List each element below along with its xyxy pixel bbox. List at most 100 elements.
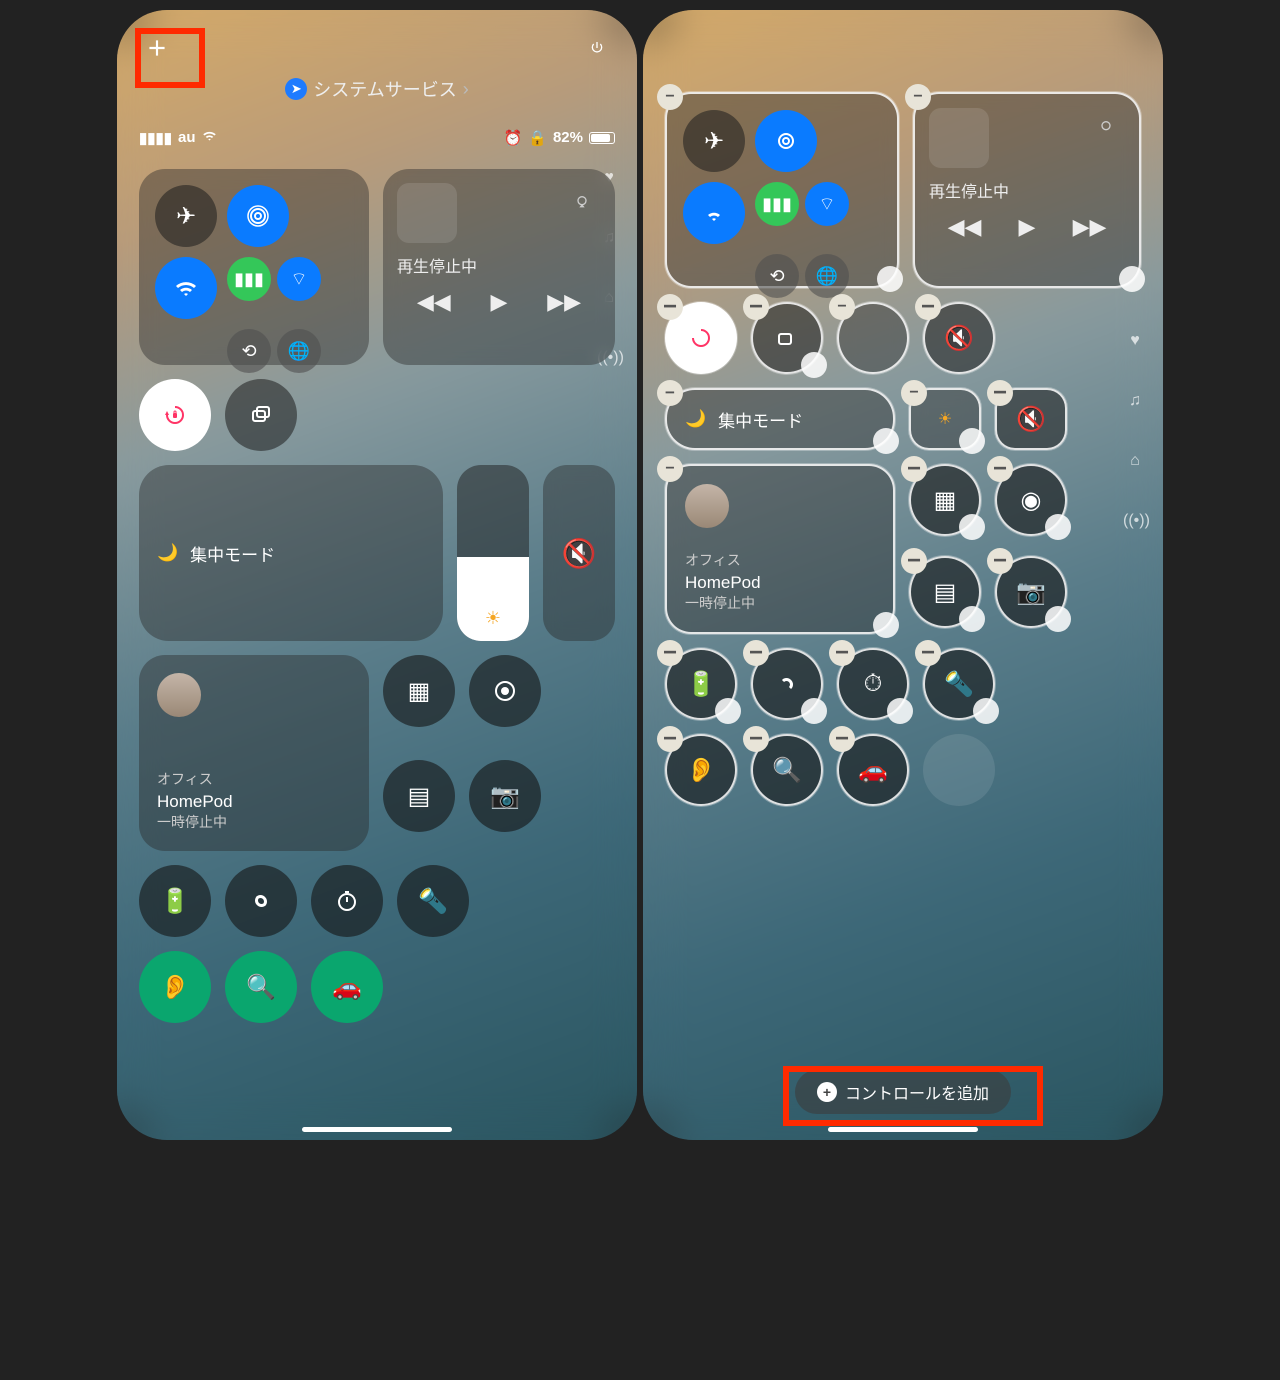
remove-badge[interactable]: − (987, 456, 1013, 482)
qr-code-button[interactable]: −▦ (909, 464, 981, 536)
airdrop-toggle[interactable] (755, 110, 817, 172)
magnifier-button[interactable]: −🔍 (751, 734, 823, 806)
remove-badge[interactable]: − (987, 548, 1013, 574)
vpn-toggle[interactable]: 🌐 (805, 254, 849, 298)
remove-badge[interactable]: − (657, 380, 683, 406)
resize-handle[interactable] (1045, 606, 1071, 632)
focus-mode-button[interactable]: − 🌙 集中モード (665, 388, 895, 450)
screen-mirroring-button[interactable] (225, 379, 297, 451)
forward-button[interactable]: ▶▶ (1073, 214, 1107, 240)
resize-handle[interactable] (959, 428, 985, 454)
location-service-row[interactable]: ➤ システムサービス › (139, 76, 615, 102)
airplay-button[interactable] (1087, 108, 1125, 146)
sound-control[interactable]: − 🔇 (995, 388, 1067, 450)
connectivity-page-icon[interactable]: ((•)) (1123, 512, 1147, 536)
bluetooth-toggle[interactable]: ⌔ (805, 182, 849, 226)
calculator-button[interactable]: ▤ (383, 760, 455, 832)
remove-badge[interactable]: − (743, 726, 769, 752)
play-button[interactable]: ▶ (491, 289, 508, 315)
rewind-button[interactable]: ◀◀ (948, 214, 982, 240)
empty-slot[interactable] (923, 734, 995, 806)
remove-badge[interactable]: − (657, 456, 683, 482)
screen-record-button[interactable]: −◉ (995, 464, 1067, 536)
screen-mirroring-button[interactable]: − (751, 302, 823, 374)
cellular-toggle[interactable]: ▮▮▮ (227, 257, 271, 301)
rewind-button[interactable]: ◀◀ (417, 289, 451, 315)
remove-badge[interactable]: − (657, 726, 683, 752)
homepod-panel[interactable]: オフィス HomePod 一時停止中 (139, 655, 369, 851)
remove-badge[interactable]: − (829, 726, 855, 752)
favorite-page-icon[interactable]: ♥ (1123, 332, 1147, 356)
qr-code-button[interactable]: ▦ (383, 655, 455, 727)
shazam-button[interactable]: − (751, 648, 823, 720)
resize-handle[interactable] (877, 266, 903, 292)
low-power-button[interactable]: −🔋 (665, 648, 737, 720)
resize-handle[interactable] (973, 698, 999, 724)
remove-badge[interactable]: − (657, 84, 683, 110)
cellular-toggle[interactable]: ▮▮▮ (755, 182, 799, 226)
music-page-icon[interactable]: ♫ (1123, 392, 1147, 416)
resize-handle[interactable] (801, 352, 827, 378)
timer-button[interactable]: −⏱ (837, 648, 909, 720)
orientation-lock-toggle[interactable] (139, 379, 211, 451)
remove-badge[interactable]: − (915, 294, 941, 320)
mute-toggle[interactable]: 🔇 (543, 465, 615, 641)
driving-focus-button[interactable]: −🚗 (837, 734, 909, 806)
camera-button[interactable]: −📷 (995, 556, 1067, 628)
orientation-lock-toggle[interactable]: − (665, 302, 737, 374)
airplane-mode-toggle[interactable]: ✈ (683, 110, 745, 172)
screen-record-button[interactable] (469, 655, 541, 727)
remove-badge[interactable]: − (901, 380, 927, 406)
wifi-toggle[interactable] (683, 182, 745, 244)
brightness-control[interactable]: − ☀ (909, 388, 981, 450)
remove-badge[interactable]: − (829, 640, 855, 666)
flashlight-button[interactable]: −🔦 (923, 648, 995, 720)
remove-badge[interactable]: − (743, 294, 769, 320)
bluetooth-toggle[interactable]: ⌔ (277, 257, 321, 301)
play-button[interactable]: ▶ (1019, 214, 1036, 240)
shazam-button[interactable] (225, 865, 297, 937)
resize-handle[interactable] (959, 606, 985, 632)
brightness-slider[interactable]: ☀ (457, 465, 529, 641)
resize-handle[interactable] (1045, 514, 1071, 540)
vpn-toggle[interactable]: 🌐 (277, 329, 321, 373)
resize-handle[interactable] (887, 698, 913, 724)
wifi-toggle[interactable] (155, 257, 217, 319)
focus-mode-button[interactable]: 🌙 集中モード (139, 465, 443, 641)
driving-focus-button[interactable]: 🚗 (311, 951, 383, 1023)
power-button[interactable] (579, 30, 615, 66)
remove-badge[interactable]: − (905, 84, 931, 110)
remove-badge[interactable]: − (829, 294, 855, 320)
remove-badge[interactable]: − (657, 294, 683, 320)
low-power-button[interactable]: 🔋 (139, 865, 211, 937)
airplane-mode-toggle[interactable]: ✈ (155, 185, 217, 247)
resize-handle[interactable] (959, 514, 985, 540)
remove-badge[interactable]: − (915, 640, 941, 666)
resize-handle[interactable] (801, 698, 827, 724)
brightness-slider[interactable]: − (837, 302, 909, 374)
calculator-button[interactable]: −▤ (909, 556, 981, 628)
hearing-button[interactable]: 👂 (139, 951, 211, 1023)
airdrop-toggle[interactable] (227, 185, 289, 247)
resize-handle[interactable] (1119, 266, 1145, 292)
media-panel[interactable]: 再生停止中 ◀◀ ▶ ▶▶ (383, 169, 615, 365)
resize-handle[interactable] (873, 428, 899, 454)
hotspot-toggle[interactable]: ⟲ (227, 329, 271, 373)
remove-badge[interactable]: − (743, 640, 769, 666)
hotspot-toggle[interactable]: ⟲ (755, 254, 799, 298)
mute-toggle[interactable]: − 🔇 (923, 302, 995, 374)
remove-badge[interactable]: − (901, 548, 927, 574)
camera-button[interactable]: 📷 (469, 760, 541, 832)
forward-button[interactable]: ▶▶ (547, 289, 581, 315)
home-page-icon[interactable]: ⌂ (1123, 452, 1147, 476)
home-indicator[interactable] (302, 1127, 452, 1132)
flashlight-button[interactable]: 🔦 (397, 865, 469, 937)
home-indicator[interactable] (828, 1127, 978, 1132)
connectivity-panel[interactable]: − ✈ ▮▮▮ ⌔ ⟲ 🌐 (665, 92, 899, 288)
homepod-panel[interactable]: − オフィス HomePod 一時停止中 (665, 464, 895, 634)
resize-handle[interactable] (873, 612, 899, 638)
airplay-button[interactable] (563, 183, 601, 221)
hearing-button[interactable]: −👂 (665, 734, 737, 806)
timer-button[interactable] (311, 865, 383, 937)
resize-handle[interactable] (715, 698, 741, 724)
